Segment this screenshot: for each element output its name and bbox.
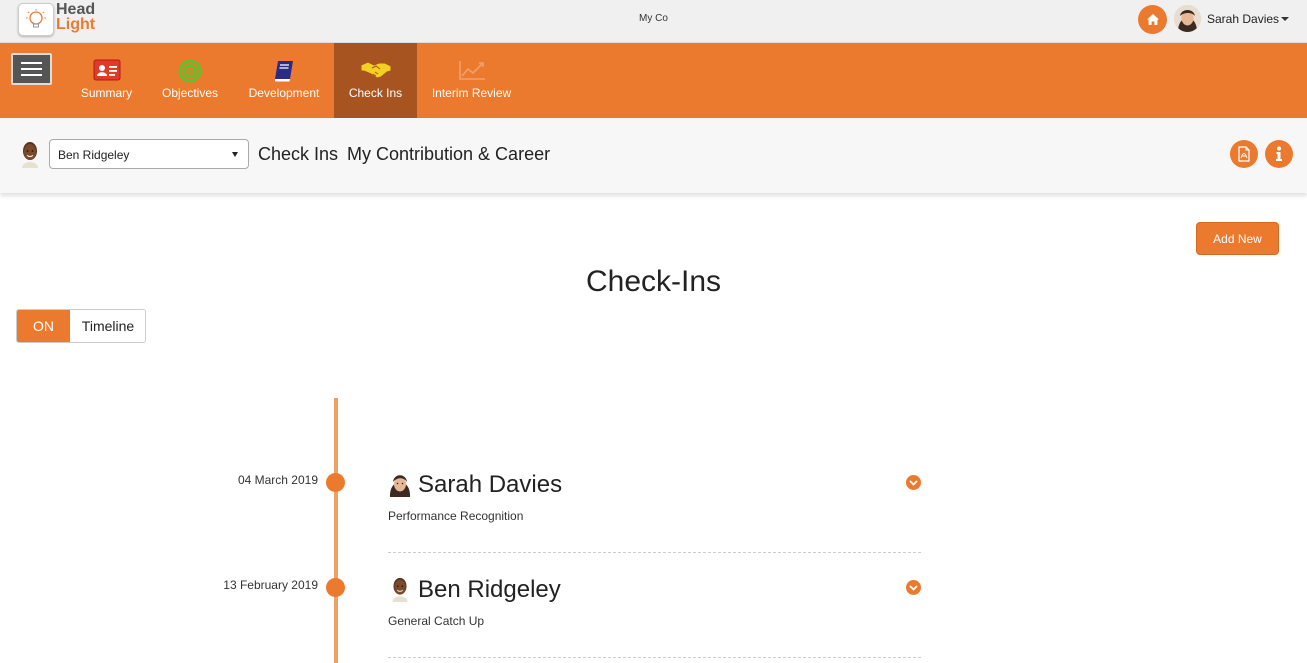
hamburger-icon-bar xyxy=(21,68,42,70)
toggle-timeline[interactable]: Timeline xyxy=(70,310,145,342)
home-button[interactable] xyxy=(1138,5,1167,34)
export-pdf-button[interactable] xyxy=(1230,140,1258,168)
home-icon xyxy=(1146,14,1159,25)
menu-toggle-button[interactable] xyxy=(11,53,52,85)
entry-avatar xyxy=(389,475,411,497)
timeline-dot xyxy=(326,578,345,597)
expand-entry-button[interactable] xyxy=(906,580,921,595)
timeline-dot xyxy=(326,473,345,492)
section-subtitle: My Contribution & Career xyxy=(347,144,551,164)
user-menu-name[interactable]: Sarah Davies xyxy=(1207,12,1279,26)
expand-entry-button[interactable] xyxy=(906,475,921,490)
add-new-button[interactable]: Add New xyxy=(1196,222,1279,255)
employee-select-value: Ben Ridgeley xyxy=(58,148,130,162)
handshake-icon xyxy=(360,61,391,79)
nav-item-label: Development xyxy=(248,86,320,100)
entry-avatar xyxy=(392,577,408,602)
view-toggle[interactable]: ON Timeline xyxy=(16,309,146,343)
chevron-down-icon xyxy=(909,479,918,486)
info-button[interactable] xyxy=(1265,140,1293,168)
entry-date: 04 March 2019 xyxy=(237,473,318,487)
chevron-down-icon xyxy=(909,584,918,591)
target-icon xyxy=(178,59,202,83)
info-icon xyxy=(1276,146,1282,161)
company-name: My Co xyxy=(639,13,668,24)
hamburger-icon-bar xyxy=(21,74,42,76)
id-card-icon xyxy=(93,59,120,81)
hamburger-icon xyxy=(21,62,42,64)
nav-item-label: Check Ins xyxy=(348,86,403,100)
pdf-icon xyxy=(1238,146,1250,162)
toggle-on[interactable]: ON xyxy=(17,310,70,342)
page-subheader: Ben Ridgeley Check Ins My Contribution &… xyxy=(0,118,1307,193)
employee-avatar xyxy=(22,142,38,168)
page-title: Check-Ins xyxy=(585,265,722,298)
entry-name[interactable]: Ben Ridgeley xyxy=(418,576,561,604)
entry-type: General Catch Up xyxy=(388,614,485,628)
employee-select[interactable]: Ben Ridgeley xyxy=(49,139,249,169)
section-title: Check Ins xyxy=(258,144,339,164)
entry-divider xyxy=(388,657,921,658)
nav-item-label: Objectives xyxy=(161,86,219,100)
nav-item-label: Interim Review xyxy=(431,86,512,100)
chart-line-icon xyxy=(458,61,485,80)
timeline-line xyxy=(334,398,338,663)
nav-item-label: Summary xyxy=(80,86,133,100)
nav-item-objectives[interactable]: Objectives xyxy=(155,43,225,118)
main-nav: Summary Objectives Development Check Ins xyxy=(0,43,1307,118)
entry-name[interactable]: Sarah Davies xyxy=(418,471,562,499)
user-avatar[interactable] xyxy=(1174,5,1201,32)
nav-item-interim-review[interactable]: Interim Review xyxy=(425,43,518,118)
chevron-down-icon xyxy=(232,152,238,157)
entry-type: Performance Recognition xyxy=(388,509,524,523)
nav-item-summary[interactable]: Summary xyxy=(72,43,141,118)
entry-date: 13 February 2019 xyxy=(223,578,318,592)
top-bar: Head Light My Co Sarah Davies xyxy=(0,0,1307,43)
nav-item-check-ins[interactable]: Check Ins xyxy=(334,43,417,118)
entry-divider xyxy=(388,552,921,553)
nav-item-development[interactable]: Development xyxy=(240,43,328,118)
book-icon xyxy=(275,61,293,82)
chevron-down-icon[interactable] xyxy=(1281,17,1289,21)
